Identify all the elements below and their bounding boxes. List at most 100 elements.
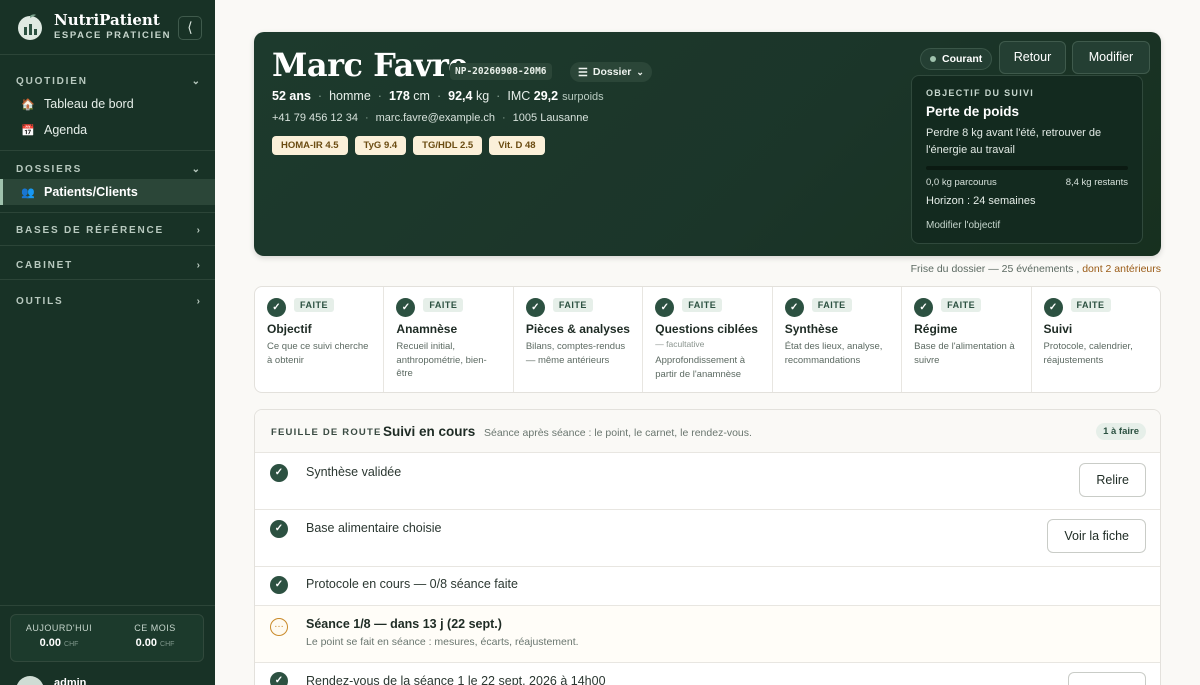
biomarker-badge[interactable]: TyG 9.4: [354, 136, 407, 155]
step-status-badge: FAITE: [811, 298, 852, 312]
step-regime[interactable]: ✓ FAITE Régime Base de l'alimentation à …: [902, 287, 1032, 392]
goal-progress-bar: [926, 166, 1128, 170]
goal-kicker: OBJECTIF DU SUIVI: [926, 88, 1035, 98]
step-title: Objectif: [267, 322, 312, 336]
patient-header: Marc Favre NP-20260908-20M6 ☰ Dossier ⌄ …: [254, 32, 1161, 256]
separator: ·: [496, 89, 501, 103]
step-suivi[interactable]: ✓ FAITE Suivi Protocole, calendrier, réa…: [1032, 287, 1160, 392]
sidebar-divider: [0, 54, 215, 55]
roadmap-row: ✓ Base alimentaire choisie Voir la fiche: [255, 510, 1160, 567]
goal-remaining: 8,4 kg restants: [1065, 177, 1128, 188]
patient-height: 178: [388, 89, 410, 103]
step-status-badge: FAITE: [423, 298, 464, 312]
step-optional-label: — facultative: [655, 339, 705, 349]
step-pieces-analyses[interactable]: ✓ FAITE Pièces & analyses Bilans, compte…: [514, 287, 644, 392]
collapse-sidebar-button[interactable]: ⟨: [178, 16, 202, 40]
roadmap-panel: FEUILLE DE ROUTE Suivi en cours Séance a…: [254, 409, 1161, 685]
section-cabinet[interactable]: CABINET ›: [16, 260, 200, 271]
check-icon: ✓: [270, 520, 288, 538]
stat-value: 0.00: [39, 637, 62, 649]
step-title: Suivi: [1043, 322, 1073, 336]
sidebar-item-tableau-de-bord[interactable]: 🏠 Tableau de bord: [0, 91, 215, 117]
separator: ·: [364, 112, 369, 124]
view-sheet-button[interactable]: Voir la fiche: [1047, 519, 1146, 553]
currency-label: CHF: [64, 641, 79, 648]
patient-email[interactable]: marc.favre@example.ch: [376, 112, 495, 124]
goal-description: Perdre 8 kg avant l'été, retrouver de l'…: [926, 127, 1102, 156]
section-bases-de-reference[interactable]: BASES DE RÉFÉRENCE ›: [16, 225, 200, 236]
stat-label: CE MOIS: [134, 623, 176, 633]
pending-icon: …: [270, 618, 288, 636]
step-description: État des lieux, analyse, recommandations: [784, 341, 883, 366]
biomarker-badge[interactable]: TG/HDL 2.5: [413, 136, 483, 155]
biomarker-badge[interactable]: HOMA-IR 4.5: [272, 136, 348, 155]
section-label: DOSSIERS: [16, 164, 83, 175]
avatar[interactable]: [16, 676, 44, 685]
appointment-button[interactable]: [1068, 672, 1146, 685]
patient-sex: homme: [329, 89, 371, 103]
section-label: OUTILS: [16, 296, 64, 307]
sidebar-divider: [0, 605, 215, 606]
step-description: Base de l'alimentation à suivre: [914, 341, 1015, 366]
section-quotidien[interactable]: QUOTIDIEN ⌄: [16, 76, 200, 87]
step-description: Bilans, comptes-rendus — même antérieurs: [525, 341, 626, 366]
step-synthese[interactable]: ✓ FAITE Synthèse État des lieux, analyse…: [773, 287, 903, 392]
check-icon: ✓: [1043, 298, 1063, 317]
step-title: Régime: [914, 322, 958, 336]
check-icon: ✓: [270, 576, 288, 594]
patient-phone[interactable]: +41 79 456 12 34: [272, 112, 358, 124]
patient-city: 1005 Lausanne: [512, 112, 589, 124]
check-icon: ✓: [270, 464, 288, 482]
timeline-link[interactable]: dont 2 antérieurs: [1082, 263, 1161, 275]
reread-button[interactable]: Relire: [1079, 463, 1146, 497]
check-icon: ✓: [655, 298, 675, 317]
sidebar-item-agenda[interactable]: 📅 Agenda: [0, 117, 215, 143]
home-icon: 🏠: [21, 98, 35, 111]
roadmap-row-pending[interactable]: … Séance 1/8 — dans 13 j (22 sept.) Le p…: [255, 606, 1160, 663]
step-anamnese[interactable]: ✓ FAITE Anamnèse Recueil initial, anthro…: [384, 287, 514, 392]
step-description: Protocole, calendrier, réajustements: [1043, 341, 1133, 366]
dossier-menu-button[interactable]: ☰ Dossier ⌄: [570, 62, 652, 82]
patient-vitals: 52 ans · homme · 178 cm · 92,4 kg · IMC …: [272, 89, 604, 103]
section-outils[interactable]: OUTILS ›: [16, 296, 200, 307]
step-title: Questions ciblées: [655, 322, 758, 336]
step-description: Approfondissement à partir de l'anamnèse: [655, 355, 746, 380]
roadmap-row: ✓ Protocole en cours — 0/8 séance faite: [255, 567, 1160, 606]
users-icon: 👥: [21, 186, 35, 199]
menu-icon: ☰: [578, 66, 588, 79]
chevron-down-icon: ⌄: [636, 66, 644, 77]
check-icon: ✓: [270, 672, 288, 685]
dossier-label: Dossier: [592, 66, 632, 78]
step-description: Ce que ce suivi cherche à obtenir: [267, 341, 369, 366]
edit-button[interactable]: Modifier: [1072, 41, 1150, 74]
roadmap-row-text: Synthèse validée: [306, 465, 402, 479]
step-status-badge: FAITE: [1070, 298, 1111, 312]
patient-id: NP-20260908-20M6: [450, 63, 552, 80]
weight-unit: kg: [475, 89, 490, 103]
goal-card: OBJECTIF DU SUIVI Perte de poids Perdre …: [911, 75, 1143, 244]
goal-done: 0,0 kg parcourus: [926, 177, 997, 188]
edit-goal-link[interactable]: Modifier l'objectif: [926, 220, 1000, 231]
timeline-text: Frise du dossier — 25 événements ,: [910, 263, 1080, 275]
roadmap-row-text: Protocole en cours — 0/8 séance faite: [306, 577, 518, 591]
sidebar-item-patients[interactable]: 👥 Patients/Clients: [0, 179, 215, 205]
step-status-badge: FAITE: [294, 298, 335, 312]
chevron-right-icon: ›: [196, 225, 200, 236]
biomarker-badge[interactable]: Vit. D 48: [489, 136, 545, 155]
step-status-badge: FAITE: [941, 298, 982, 312]
step-objectif[interactable]: ✓ FAITE Objectif Ce que ce suivi cherche…: [255, 287, 385, 392]
section-dossiers[interactable]: DOSSIERS ⌄: [16, 164, 200, 175]
brand-subtitle: ESPACE PRATICIEN: [54, 30, 172, 41]
brand[interactable]: NutriPatient ESPACE PRATICIEN: [16, 12, 171, 41]
sidebar-divider: [0, 245, 215, 246]
sidebar-divider: [0, 212, 215, 213]
step-title: Synthèse: [784, 322, 839, 336]
step-questions-ciblees[interactable]: ✓ FAITE Questions ciblées — facultative …: [643, 287, 773, 392]
roadmap-kicker: FEUILLE DE ROUTE: [271, 427, 382, 438]
stat-label: AUJOURD'HUI: [25, 623, 93, 633]
stat-value-wrap: 0.00 CHF: [11, 637, 107, 649]
sidebar-item-label: Tableau de bord: [44, 97, 134, 111]
back-button[interactable]: Retour: [999, 41, 1066, 74]
roadmap-row-subtext: Le point se fait en séance : mesures, éc…: [306, 636, 579, 648]
user-name[interactable]: admin: [54, 677, 86, 685]
